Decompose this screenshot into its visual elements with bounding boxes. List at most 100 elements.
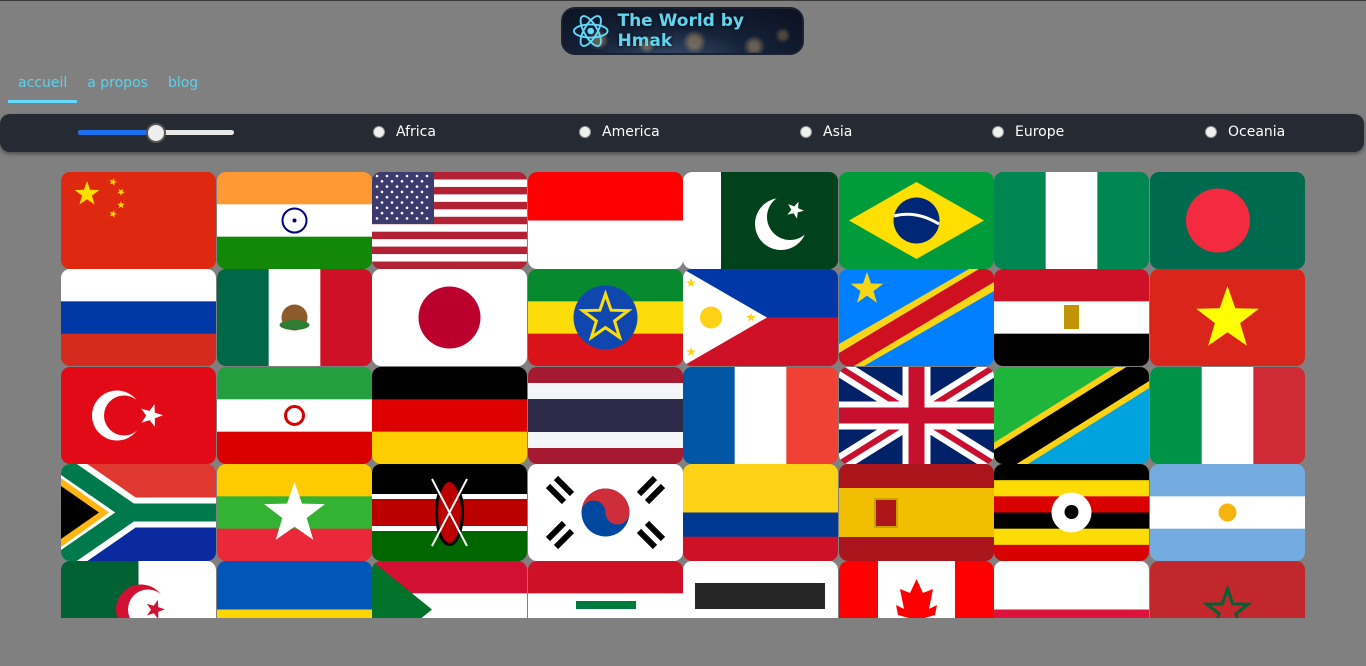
flag-south-korea[interactable] xyxy=(527,463,683,561)
flag-nigeria-image xyxy=(994,172,1149,269)
flag-kenya[interactable] xyxy=(372,463,527,561)
flag-india[interactable] xyxy=(216,172,372,269)
nav-link-blog[interactable]: blog xyxy=(158,75,208,103)
range-slider[interactable] xyxy=(78,123,234,143)
flag-india-image xyxy=(216,172,372,269)
flag-germany[interactable] xyxy=(372,366,527,464)
flag-japan[interactable] xyxy=(372,269,527,367)
region-label: Oceania xyxy=(1228,124,1286,140)
flag-vietnam-image xyxy=(1149,269,1305,367)
flag-colombia[interactable] xyxy=(683,463,838,561)
flag-ukraine-image xyxy=(216,561,372,618)
flag-colombia-image xyxy=(683,463,838,561)
flag-philippines[interactable] xyxy=(683,269,838,367)
flag-argentina[interactable] xyxy=(1149,463,1305,561)
flag-south-africa[interactable] xyxy=(61,463,216,561)
flag-dr-congo-image xyxy=(838,269,994,367)
flag-uganda[interactable] xyxy=(994,463,1149,561)
flag-iran[interactable] xyxy=(216,366,372,464)
flag-china[interactable] xyxy=(61,172,216,269)
flag-turkey[interactable] xyxy=(61,366,216,464)
flag-thailand[interactable] xyxy=(527,366,683,464)
flag-uganda-image xyxy=(994,463,1149,561)
region-option-america[interactable]: America xyxy=(579,124,660,140)
flag-dr-congo[interactable] xyxy=(838,269,994,367)
radio-button[interactable] xyxy=(800,126,812,138)
slider-fill xyxy=(78,130,156,135)
flag-canada[interactable] xyxy=(838,561,994,618)
flag-nigeria[interactable] xyxy=(994,172,1149,269)
flag-pakistan-image xyxy=(683,172,838,269)
flag-spain-image xyxy=(838,463,994,561)
flag-france[interactable] xyxy=(683,366,838,464)
flag-south-africa-image xyxy=(61,463,216,561)
flag-mexico-image xyxy=(216,269,372,367)
region-label: Asia xyxy=(823,124,853,140)
flag-germany-image xyxy=(372,366,527,464)
filter-toolbar: Africa America Asia Europe Oceania xyxy=(0,114,1364,152)
flag-united-states-image xyxy=(372,172,527,269)
flag-poland[interactable] xyxy=(994,561,1149,618)
flag-china-image xyxy=(61,172,216,269)
flag-tanzania[interactable] xyxy=(994,366,1149,464)
flag-japan-image xyxy=(372,269,527,367)
flag-morocco[interactable] xyxy=(1149,561,1305,618)
region-option-africa[interactable]: Africa xyxy=(373,124,436,140)
flag-egypt-image xyxy=(994,269,1149,367)
react-atom-icon xyxy=(572,15,609,47)
region-option-asia[interactable]: Asia xyxy=(800,124,852,140)
flag-algeria[interactable] xyxy=(61,561,216,618)
radio-button[interactable] xyxy=(992,126,1004,138)
region-option-oceania[interactable]: Oceania xyxy=(1205,124,1285,140)
flag-russia[interactable] xyxy=(61,269,216,367)
flag-russia-image xyxy=(61,269,216,367)
flag-myanmar-image xyxy=(216,463,372,561)
app-logo[interactable]: The World by Hmak xyxy=(561,7,804,55)
slider-thumb[interactable] xyxy=(146,123,166,143)
radio-button[interactable] xyxy=(579,126,591,138)
flag-united-states[interactable] xyxy=(372,172,527,269)
flag-afghanistan-image xyxy=(683,561,838,618)
flag-france-image xyxy=(683,366,838,464)
flag-turkey-image xyxy=(61,366,216,464)
flag-ethiopia[interactable] xyxy=(527,269,683,367)
flag-tanzania-image xyxy=(994,366,1149,464)
flag-south-korea-image xyxy=(527,463,683,561)
nav-link-accueil[interactable]: accueil xyxy=(8,75,78,103)
nav-link-a-propos[interactable]: a propos xyxy=(77,75,158,103)
flag-afghanistan[interactable] xyxy=(683,561,838,618)
flag-brazil-image xyxy=(838,172,994,269)
flag-vietnam[interactable] xyxy=(1149,269,1305,367)
flag-sudan-image xyxy=(372,561,527,618)
flag-morocco-image xyxy=(1149,561,1305,618)
radio-button[interactable] xyxy=(1205,126,1217,138)
flag-algeria-image xyxy=(61,561,216,618)
flag-indonesia-image xyxy=(527,172,683,269)
flag-mexico[interactable] xyxy=(216,269,372,367)
flag-italy[interactable] xyxy=(1149,366,1305,464)
region-option-europe[interactable]: Europe xyxy=(992,124,1064,140)
flag-ukraine[interactable] xyxy=(216,561,372,618)
flag-kenya-image xyxy=(372,463,527,561)
flag-indonesia[interactable] xyxy=(527,172,683,269)
main-nav: accueil a propos blog xyxy=(8,75,208,103)
flag-brazil[interactable] xyxy=(838,172,994,269)
flag-canada-image xyxy=(838,561,994,618)
flag-poland-image xyxy=(994,561,1149,618)
flag-egypt[interactable] xyxy=(994,269,1149,367)
flag-bangladesh[interactable] xyxy=(1149,172,1305,269)
flag-pakistan[interactable] xyxy=(683,172,838,269)
flag-ethiopia-image xyxy=(527,269,683,367)
flag-spain[interactable] xyxy=(838,463,994,561)
flag-united-kingdom[interactable] xyxy=(838,366,994,464)
radio-button[interactable] xyxy=(373,126,385,138)
flag-myanmar[interactable] xyxy=(216,463,372,561)
app-title: The World by Hmak xyxy=(617,11,744,51)
flag-philippines-image xyxy=(683,269,838,367)
flag-thailand-image xyxy=(527,366,683,464)
flag-sudan[interactable] xyxy=(372,561,527,618)
flag-iraq[interactable] xyxy=(527,561,683,618)
flag-iran-image xyxy=(216,366,372,464)
flag-iraq-image xyxy=(527,561,683,618)
flag-argentina-image xyxy=(1149,463,1305,561)
